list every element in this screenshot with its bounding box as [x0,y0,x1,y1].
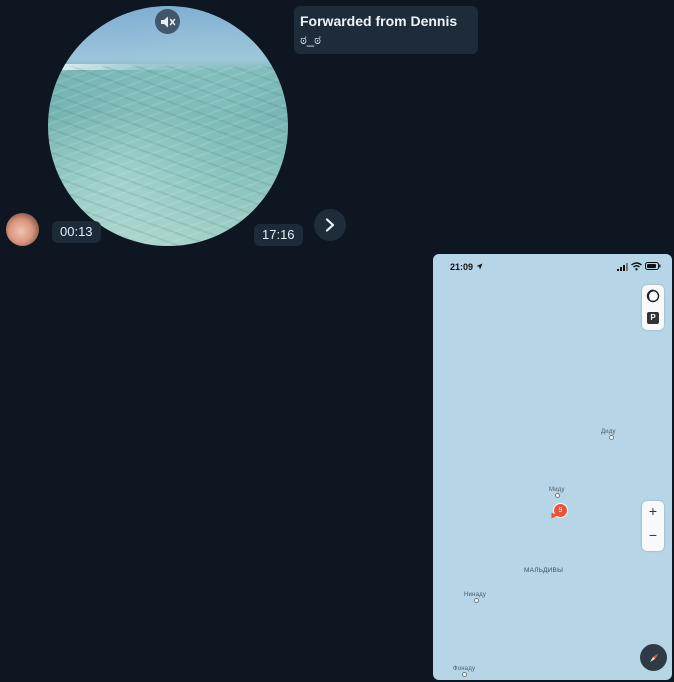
map-layer-controls: P [642,285,664,330]
forwarded-from-label[interactable]: Forwarded from Dennis [300,13,472,29]
place-dot [609,435,614,440]
phone-status-bar: 21:09 [433,254,672,280]
place-label-didu: Диду [601,429,616,435]
avatar[interactable] [6,213,39,246]
compass-icon [649,653,658,662]
zoom-in-button[interactable]: + [642,503,664,519]
status-time: 21:09 [450,262,474,272]
place-dot [474,598,479,603]
compass-button[interactable] [640,644,667,671]
traffic-icon[interactable] [646,289,660,303]
place-dot [555,493,560,498]
video-water-texture [48,66,288,246]
country-label: МАЛЬДИВЫ [524,567,564,574]
message-text: ಠ_ಠ [300,32,321,47]
chevron-right-icon [325,218,335,232]
user-location-arrow-icon [551,512,558,519]
battery-icon [645,262,661,270]
parking-icon[interactable]: P [647,312,659,324]
message-time: 17:16 [254,224,303,246]
place-dot [462,672,467,677]
signal-icon [617,263,628,271]
mute-icon[interactable] [155,9,180,34]
forwarded-message-bubble[interactable]: Forwarded from Dennis ಠ_ಠ [294,6,478,54]
share-button[interactable] [314,209,346,241]
map-screenshot-image[interactable]: 21:09 P + − Диду Миду 9 МАЛЬДИВЫ Нинаду … [433,254,672,680]
zoom-controls: + − [642,501,664,551]
wifi-icon [631,262,642,271]
round-video-message[interactable] [48,6,288,246]
location-arrow-icon [476,263,483,270]
video-duration: 00:13 [52,221,101,243]
zoom-out-button[interactable]: − [642,527,664,543]
